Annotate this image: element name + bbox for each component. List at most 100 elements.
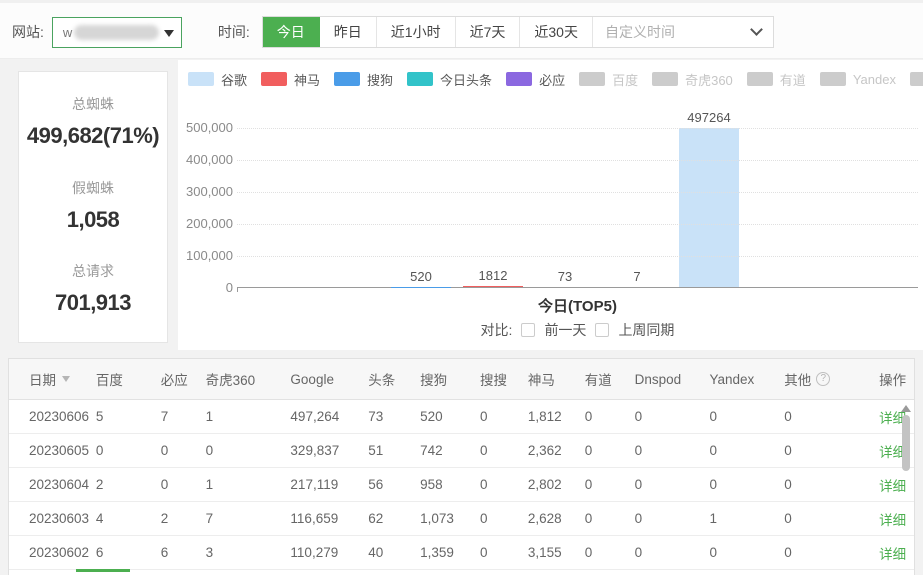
- table-cell: 1,812: [528, 409, 585, 424]
- y-axis-tick-label: 400,000: [185, 152, 233, 167]
- bar-slot: 73: [529, 269, 601, 287]
- legend-label: 搜狗: [367, 70, 393, 89]
- table-header-row: 日期百度必应奇虎360Google头条搜狗搜搜神马有道DnspodYandex其…: [9, 359, 914, 400]
- table-cell: 958: [420, 477, 480, 492]
- data-table: 日期百度必应奇虎360Google头条搜狗搜搜神马有道DnspodYandex其…: [8, 358, 915, 575]
- table-cell: 1,359: [420, 545, 480, 560]
- table-cell: 0: [709, 409, 784, 424]
- table-cell: 5: [96, 409, 161, 424]
- legend-swatch: [820, 72, 846, 86]
- chart-plot-area: 5201812737497264: [237, 128, 918, 288]
- chart-legend: 谷歌 神马 搜狗今日头条必应 百度 奇虎360 有道 Yandex 雅虎: [188, 69, 920, 89]
- column-header-label: 搜搜: [480, 369, 507, 389]
- custom-time-select[interactable]: 自定义时间: [593, 17, 773, 47]
- column-header-操作: 操作: [879, 369, 914, 389]
- legend-item[interactable]: 谷歌: [188, 70, 247, 89]
- table-cell: 1,073: [420, 511, 480, 526]
- column-header-label: Yandex: [709, 372, 754, 387]
- table-cell: 0: [635, 409, 710, 424]
- table-cell: 116,659: [290, 511, 368, 526]
- column-header-label: 神马: [528, 369, 555, 389]
- legend-swatch: [910, 72, 923, 86]
- table-cell: 0: [480, 477, 528, 492]
- gridline: [237, 160, 918, 161]
- table-cell: 0: [480, 443, 528, 458]
- time-label: 时间:: [218, 22, 250, 42]
- legend-label: 百度: [612, 70, 638, 89]
- column-header-label: 其他: [784, 369, 811, 389]
- table-cell: 0: [784, 443, 879, 458]
- table-cell: 62: [368, 511, 420, 526]
- time-button[interactable]: 昨日: [320, 17, 377, 47]
- chevron-down-icon: [750, 23, 763, 36]
- legend-item[interactable]: 搜狗: [334, 70, 393, 89]
- table-cell: 0: [161, 443, 206, 458]
- column-header-label: 百度: [96, 369, 123, 389]
- legend-item[interactable]: Yandex: [820, 72, 896, 87]
- scrollbar-thumb[interactable]: [902, 415, 910, 471]
- table-cell: 0: [709, 443, 784, 458]
- table-cell: 20230604: [29, 477, 96, 492]
- stat-value: 499,682(71%): [19, 123, 167, 149]
- legend-label: 神马: [294, 70, 320, 89]
- table-cell: 1: [206, 409, 291, 424]
- table-cell: 0: [709, 477, 784, 492]
- time-button[interactable]: 近7天: [456, 17, 521, 47]
- scroll-up-icon[interactable]: [901, 405, 911, 412]
- column-header-日期[interactable]: 日期: [29, 369, 96, 389]
- site-select[interactable]: w: [52, 17, 182, 48]
- legend-item[interactable]: 必应: [506, 70, 565, 89]
- column-header-神马: 神马: [528, 369, 585, 389]
- column-header-Yandex: Yandex: [709, 372, 784, 387]
- compare-label: 对比:: [481, 320, 513, 340]
- compare-option-label: 前一天: [544, 320, 586, 340]
- table-cell: 2,628: [528, 511, 585, 526]
- legend-item[interactable]: 今日头条: [407, 70, 492, 89]
- legend-label: Yandex: [853, 72, 896, 87]
- column-header-label: 必应: [161, 369, 188, 389]
- legend-item[interactable]: 奇虎360: [652, 70, 733, 89]
- table-cell: 3,155: [528, 545, 585, 560]
- table-cell: 6: [96, 545, 161, 560]
- table-cell: 217,119: [290, 477, 368, 492]
- bar[interactable]: [463, 286, 523, 287]
- site-name-redacted: [74, 25, 159, 40]
- table-cell: 56: [368, 477, 420, 492]
- legend-item[interactable]: 神马: [261, 70, 320, 89]
- legend-item[interactable]: 有道: [747, 70, 806, 89]
- site-value: w: [63, 25, 72, 40]
- table-cell: 3: [206, 545, 291, 560]
- table-cell: 0: [585, 511, 635, 526]
- compare-checkbox[interactable]: [595, 323, 609, 337]
- gridline: [237, 256, 918, 257]
- table-cell: 0: [480, 409, 528, 424]
- bar[interactable]: [679, 128, 739, 287]
- time-button[interactable]: 今日: [263, 17, 320, 47]
- table-scrollbar[interactable]: [900, 405, 912, 567]
- time-button[interactable]: 近30天: [520, 17, 593, 47]
- column-header-搜搜: 搜搜: [480, 369, 528, 389]
- controls-row: 网站: w 时间: 今日昨日近1小时近7天近30天 自定义时间: [12, 16, 774, 48]
- table-cell: 20230603: [29, 511, 96, 526]
- stat-block: 总请求701,913: [19, 261, 167, 316]
- column-header-Google: Google: [290, 372, 368, 387]
- compare-checkbox[interactable]: [521, 323, 535, 337]
- help-icon[interactable]: ?: [816, 372, 830, 386]
- bar-value-label: 1812: [479, 268, 508, 283]
- table-cell: 0: [709, 545, 784, 560]
- table-body: 20230606571497,2647352001,8120000详细20230…: [9, 400, 914, 570]
- table-cell: 0: [635, 511, 710, 526]
- table-cell: 520: [420, 409, 480, 424]
- legend-swatch: [188, 72, 214, 86]
- column-header-label: 日期: [29, 369, 56, 389]
- table-cell: 73: [368, 409, 420, 424]
- table-cell: 742: [420, 443, 480, 458]
- time-button[interactable]: 近1小时: [377, 17, 456, 47]
- legend-swatch: [579, 72, 605, 86]
- legend-item[interactable]: 百度: [579, 70, 638, 89]
- sort-caret-icon[interactable]: [62, 376, 70, 382]
- legend-item[interactable]: 雅虎: [910, 70, 923, 89]
- stat-label: 假蜘蛛: [19, 178, 167, 198]
- table-cell: 0: [96, 443, 161, 458]
- legend-label: 奇虎360: [685, 70, 733, 89]
